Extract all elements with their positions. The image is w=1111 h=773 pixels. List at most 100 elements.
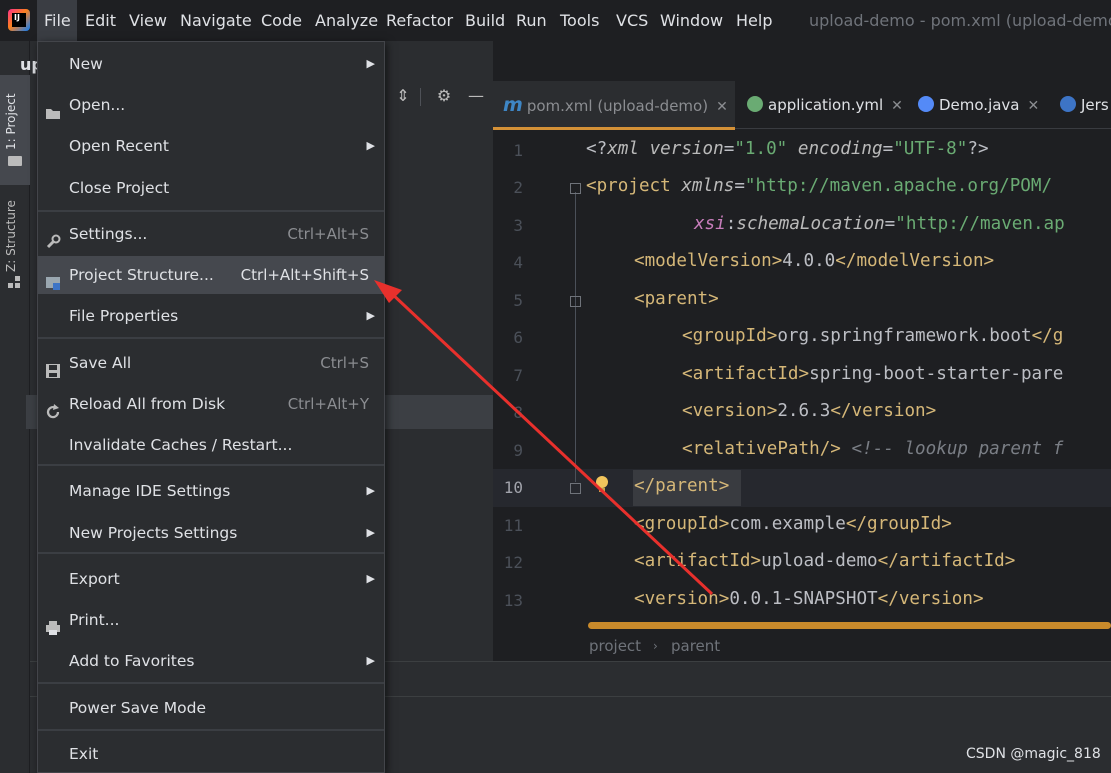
code-line-13[interactable]: <version>0.0.1-SNAPSHOT</version> (634, 589, 984, 609)
code-line-4[interactable]: <modelVersion>4.0.0</modelVersion> (634, 251, 994, 271)
tab-demo-java[interactable]: Demo.java ✕ (918, 81, 1039, 129)
menu-item-label: Add to Favorites (69, 652, 195, 670)
menu-navigate[interactable]: Navigate (180, 0, 252, 41)
menu-item-manage-ide-settings[interactable]: Manage IDE Settings ▶ (38, 472, 384, 510)
close-icon[interactable]: ✕ (1028, 98, 1040, 114)
menu-separator (38, 682, 384, 684)
tab-label: Jers (1081, 96, 1109, 114)
project-tool-label[interactable]: 1: Project (4, 93, 18, 150)
breadcrumb-separator-icon: › (653, 639, 658, 653)
code-line-6[interactable]: <groupId>org.springframework.boot</g (682, 326, 1063, 346)
line-number: 9 (513, 441, 523, 460)
fold-marker-icon[interactable] (570, 296, 581, 307)
code-line-7[interactable]: <artifactId>spring-boot-starter-pare (682, 364, 1063, 384)
code-line-11[interactable]: <groupId>com.example</groupId> (634, 514, 952, 534)
menu-item-save-all[interactable]: Save All Ctrl+S (38, 344, 384, 382)
menu-file[interactable]: File (37, 0, 77, 41)
menu-item-label: New Projects Settings (69, 524, 238, 542)
tab-application-yml[interactable]: application.yml ✕ (747, 81, 903, 129)
code-line-5[interactable]: <parent> (634, 289, 719, 309)
menu-edit[interactable]: Edit (85, 0, 116, 41)
tab-pom-xml[interactable]: m pom.xml (upload-demo) ✕ (493, 81, 735, 129)
menu-build[interactable]: Build (465, 0, 505, 41)
menu-item-invalidate-caches-restart[interactable]: Invalidate Caches / Restart... (38, 426, 384, 464)
window-title: upload-demo - pom.xml (upload-demo) - (809, 11, 1111, 30)
tab-jersey[interactable]: Jers (1060, 81, 1109, 129)
menu-item-new-projects-settings[interactable]: New Projects Settings ▶ (38, 514, 384, 552)
wrench-icon (45, 226, 61, 249)
project-structure-icon (45, 267, 61, 290)
maven-icon: m (503, 94, 523, 116)
menu-window[interactable]: Window (660, 0, 723, 41)
java-class-icon (918, 95, 934, 112)
menu-item-export[interactable]: Export ▶ (38, 560, 384, 598)
menu-item-file-properties[interactable]: File Properties ▶ (38, 297, 384, 335)
menu-item-close-project[interactable]: Close Project (38, 169, 384, 207)
menu-view[interactable]: View (129, 0, 167, 41)
folder-icon (8, 156, 22, 166)
collapse-all-icon[interactable]: ⇕ (393, 86, 413, 106)
menu-item-label: Print... (69, 611, 120, 629)
minimize-icon[interactable]: — (466, 86, 486, 106)
code-line-2[interactable]: <project xmlns="http://maven.apache.org/… (586, 176, 1052, 196)
structure-icon (8, 276, 20, 288)
line-number: 4 (513, 253, 523, 272)
watermark: CSDN @magic_818 (966, 746, 1101, 762)
code-line-9[interactable]: <relativePath/> <!-- lookup parent f (682, 439, 1063, 459)
menu-item-reload-all-from-disk[interactable]: Reload All from Disk Ctrl+Alt+Y (38, 385, 384, 423)
menu-refactor[interactable]: Refactor (386, 0, 453, 41)
menu-item-label: Settings... (69, 225, 148, 243)
menu-code[interactable]: Code (261, 0, 302, 41)
menu-vcs[interactable]: VCS (616, 0, 648, 41)
code-line-8[interactable]: <version>2.6.3</version> (682, 401, 936, 421)
line-number: 1 (513, 141, 523, 160)
breadcrumb-item[interactable]: project (589, 637, 641, 655)
menu-item-settings[interactable]: Settings... Ctrl+Alt+S (38, 215, 384, 253)
close-icon[interactable]: ✕ (716, 99, 728, 115)
structure-tool-label[interactable]: Z: Structure (4, 200, 18, 272)
line-number-current: 10 (503, 478, 523, 497)
code-line-12[interactable]: <artifactId>upload-demo</artifactId> (634, 551, 1015, 571)
menu-separator (38, 210, 384, 212)
code-line-1[interactable]: <?xml version="1.0" encoding="UTF-8"?> (586, 139, 989, 159)
indent-guide (575, 192, 576, 482)
menu-tools[interactable]: Tools (560, 0, 599, 41)
lightbulb-icon[interactable] (595, 476, 609, 494)
submenu-arrow-icon: ▶ (366, 572, 375, 585)
horizontal-scrollbar[interactable] (588, 622, 1111, 629)
line-number: 12 (503, 553, 523, 572)
toolbar-divider (420, 88, 421, 106)
gear-icon[interactable]: ⚙ (434, 86, 454, 106)
fold-marker-icon[interactable] (570, 483, 581, 494)
menu-analyze[interactable]: Analyze (315, 0, 378, 41)
menu-item-open-recent[interactable]: Open Recent ▶ (38, 127, 384, 165)
menu-item-label: Reload All from Disk (69, 395, 226, 413)
menu-item-power-save-mode[interactable]: Power Save Mode (38, 689, 384, 727)
line-number: 8 (513, 403, 523, 422)
submenu-arrow-icon: ▶ (366, 139, 375, 152)
breadcrumb-item[interactable]: parent (671, 637, 720, 655)
menu-item-shortcut: Ctrl+Alt+Y (287, 395, 369, 413)
fold-marker-icon[interactable] (570, 183, 581, 194)
menu-item-open[interactable]: Open... (38, 86, 384, 124)
close-icon[interactable]: ✕ (891, 98, 903, 114)
menu-item-label: File Properties (69, 307, 179, 325)
menu-help[interactable]: Help (736, 0, 772, 41)
menu-item-label: Open Recent (69, 137, 169, 155)
submenu-arrow-icon: ▶ (366, 654, 375, 667)
menu-item-label: Power Save Mode (69, 699, 206, 717)
breadcrumb: project › parent (493, 632, 1111, 661)
menu-item-print[interactable]: Print... (38, 601, 384, 639)
menu-run[interactable]: Run (516, 0, 547, 41)
line-number: 11 (503, 516, 523, 535)
menu-item-shortcut: Ctrl+Alt+Shift+S (240, 266, 369, 284)
code-line-3[interactable]: xsi:schemaLocation="http://maven.ap (694, 214, 1065, 234)
menu-item-new[interactable]: New ▶ (38, 45, 384, 83)
code-line-10[interactable]: </parent> (634, 476, 729, 496)
menu-item-label: New (69, 55, 103, 73)
reload-icon (45, 396, 61, 419)
menu-separator (38, 337, 384, 339)
menu-item-project-structure[interactable]: Project Structure... Ctrl+Alt+Shift+S (38, 256, 384, 294)
menu-item-add-to-favorites[interactable]: Add to Favorites ▶ (38, 642, 384, 680)
menu-item-exit[interactable]: Exit (38, 735, 384, 773)
